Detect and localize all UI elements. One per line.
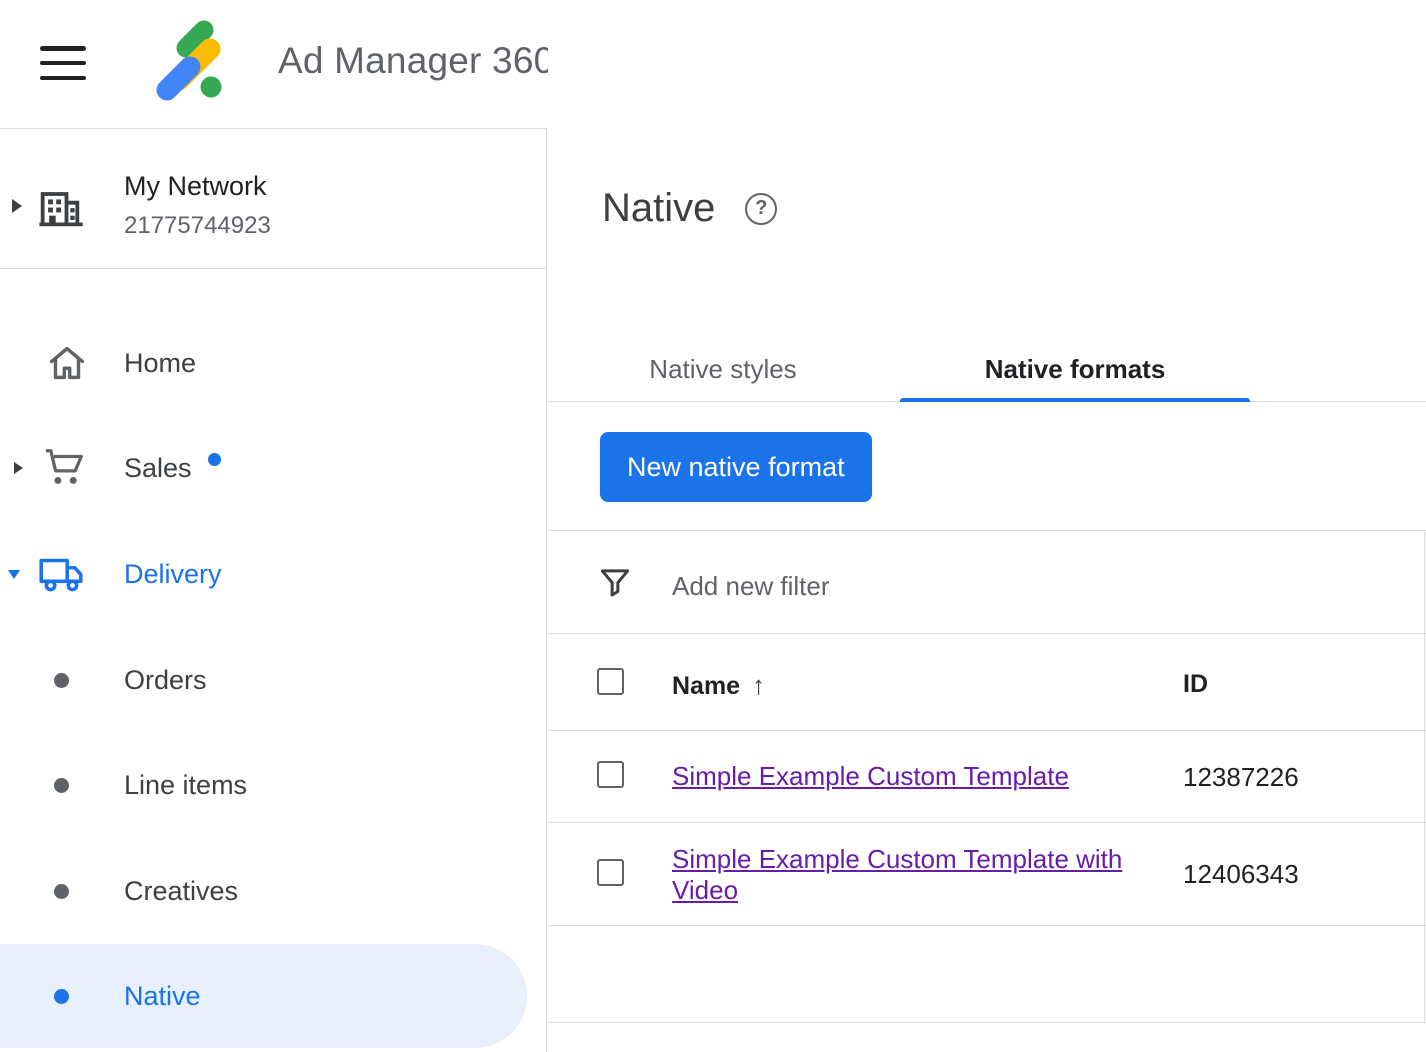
- notification-dot: [208, 453, 221, 466]
- divider: [548, 925, 1426, 926]
- column-header-name[interactable]: Name ↑: [672, 670, 765, 701]
- main-content: Native ? Native styles Native formats Ne…: [548, 0, 1426, 1052]
- expand-right-icon: [14, 462, 23, 474]
- page-title: Native: [602, 186, 715, 231]
- network-name: My Network: [124, 171, 271, 202]
- help-glyph: ?: [755, 197, 767, 220]
- network-selector[interactable]: My Network 21775744923: [0, 159, 546, 259]
- native-format-id: 12387226: [1183, 762, 1299, 793]
- menu-bar: [40, 76, 86, 81]
- bullet-icon: [54, 884, 69, 899]
- sidebar-item-orders[interactable]: Orders: [0, 648, 546, 712]
- column-header-id: ID: [1183, 670, 1208, 699]
- select-all-checkbox[interactable]: [597, 668, 624, 695]
- bullet-icon: [54, 778, 69, 793]
- tab-native-styles[interactable]: Native styles: [608, 336, 838, 402]
- ad-manager-logo-icon: [146, 14, 242, 110]
- native-format-link[interactable]: Simple Example Custom Template with Vide…: [672, 844, 1152, 906]
- menu-bar: [40, 61, 86, 66]
- sidebar-item-sales[interactable]: Sales: [0, 436, 546, 500]
- sidebar-item-label: Orders: [124, 665, 207, 696]
- shopping-cart-icon: [42, 445, 88, 491]
- tab-native-formats[interactable]: Native formats: [900, 336, 1250, 402]
- sidebar-item-native[interactable]: Native: [0, 944, 527, 1048]
- add-filter-row[interactable]: Add new filter: [548, 531, 1426, 633]
- sidebar-item-line-items[interactable]: Line items: [0, 753, 546, 817]
- native-format-id: 12406343: [1183, 859, 1299, 890]
- filter-funnel-icon: [596, 563, 634, 606]
- sidebar-item-label: Home: [124, 348, 196, 379]
- sidebar-item-home[interactable]: Home: [0, 331, 546, 395]
- tab-label: Native styles: [649, 354, 796, 385]
- sort-ascending-icon: ↑: [752, 670, 765, 700]
- active-tab-underline: [900, 398, 1250, 402]
- sidebar-item-label: Delivery: [124, 559, 222, 590]
- divider: [548, 633, 1426, 634]
- row-checkbox[interactable]: [597, 761, 624, 788]
- column-label: Name: [672, 672, 740, 700]
- sidebar-item-label: Creatives: [124, 876, 238, 907]
- ad-manager-app: Ad Manager 360: [0, 0, 1426, 1052]
- network-id: 21775744923: [124, 212, 271, 240]
- home-icon: [44, 340, 90, 386]
- sidebar-item-label: Line items: [124, 770, 247, 801]
- sidebar-item-delivery[interactable]: Delivery: [0, 542, 546, 606]
- tab-label: Native formats: [985, 354, 1166, 385]
- divider: [548, 730, 1426, 731]
- sidebar-item-label: Native: [124, 981, 201, 1012]
- sidebar-item-creatives[interactable]: Creatives: [0, 859, 546, 923]
- divider: [1424, 530, 1425, 1022]
- network-text: My Network 21775744923: [124, 171, 271, 240]
- add-filter-label: Add new filter: [672, 571, 830, 602]
- native-format-link[interactable]: Simple Example Custom Template: [672, 761, 1069, 792]
- tab-bar: Native styles Native formats: [548, 336, 1426, 402]
- menu-icon[interactable]: [40, 46, 86, 80]
- divider: [0, 268, 546, 269]
- new-native-format-button[interactable]: New native format: [600, 432, 872, 502]
- expand-right-icon: [12, 199, 22, 213]
- bullet-icon: [54, 673, 69, 688]
- delivery-truck-icon: [36, 549, 86, 599]
- row-checkbox[interactable]: [597, 859, 624, 886]
- divider: [548, 822, 1426, 823]
- menu-bar: [40, 46, 86, 51]
- sidebar-item-label: Sales: [124, 453, 192, 484]
- bullet-icon: [54, 989, 69, 1004]
- sidebar: My Network 21775744923 Home: [0, 128, 547, 1052]
- help-icon[interactable]: ?: [745, 193, 777, 225]
- network-building-icon: [34, 181, 86, 238]
- divider: [548, 1022, 1426, 1023]
- app-title: Ad Manager 360: [278, 40, 554, 82]
- page-title-row: Native ?: [602, 186, 777, 231]
- expand-down-icon: [8, 570, 20, 579]
